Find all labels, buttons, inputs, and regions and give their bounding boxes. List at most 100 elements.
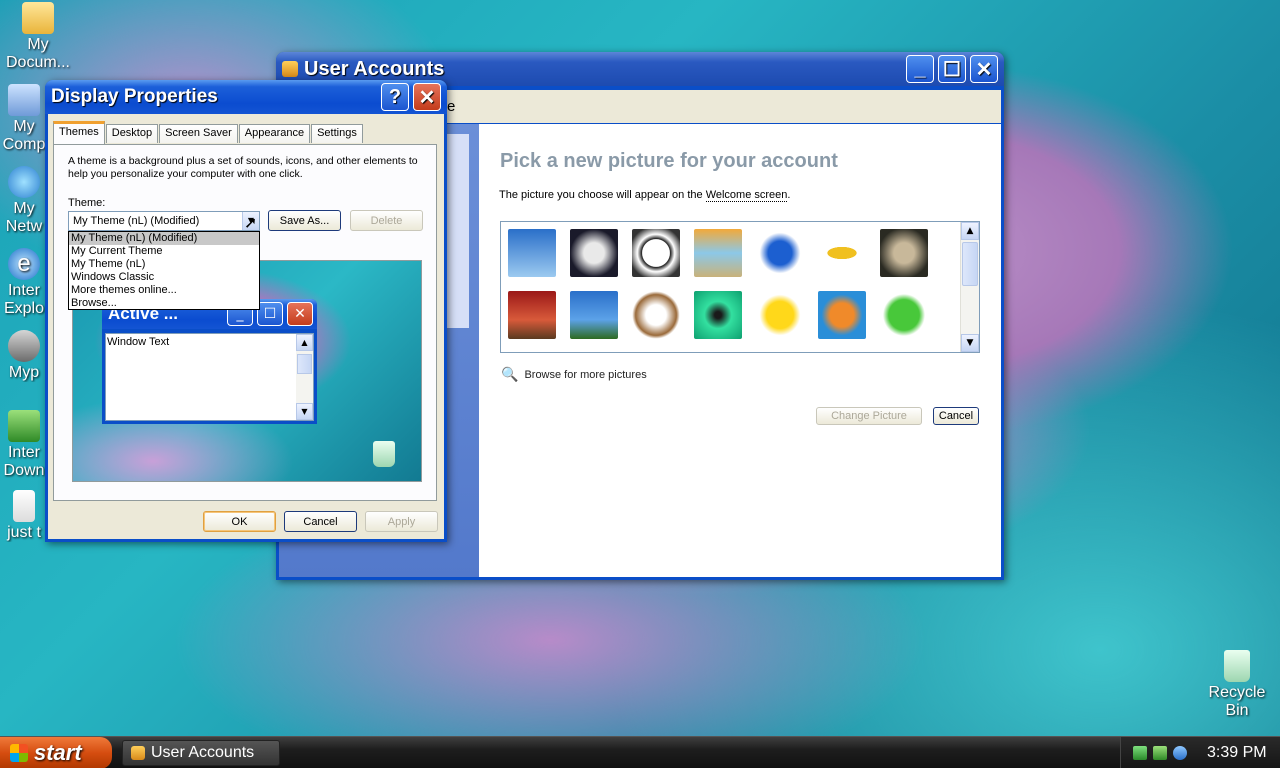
picture-astronaut[interactable] — [570, 229, 618, 277]
tab-themes[interactable]: Themes — [53, 121, 105, 144]
ok-button[interactable]: OK — [203, 511, 276, 532]
picture-butterfly[interactable] — [756, 229, 804, 277]
close-icon: ✕ — [975, 58, 993, 81]
cancel-button[interactable]: Cancel — [933, 407, 979, 425]
tray-update-icon[interactable] — [1153, 746, 1167, 760]
picture-frog[interactable] — [880, 291, 928, 339]
scroll-up-button[interactable]: ▲ — [961, 222, 979, 240]
close-button[interactable]: ✕ — [970, 55, 998, 83]
computer-icon — [8, 84, 40, 116]
theme-option[interactable]: My Theme (nL) — [69, 258, 259, 271]
display-properties-window: Display Properties ? ✕ Themes Desktop Sc… — [45, 80, 447, 542]
desktop-icon-label: My Comp — [2, 118, 46, 153]
change-picture-button[interactable]: Change Picture — [816, 407, 922, 425]
browse-pictures-link[interactable]: 🔍 Browse for more pictures — [501, 367, 647, 383]
picture-owl[interactable] — [880, 229, 928, 277]
raccoon-icon — [8, 330, 40, 362]
desktop-icon-label: Inter Explo — [3, 282, 45, 317]
maximize-icon: ☐ — [943, 58, 961, 81]
preview-active-window: Active ... _ ☐ ✕ Window Text ▲ ▼ — [102, 299, 317, 424]
picture-dog[interactable] — [632, 291, 680, 339]
browse-pictures-label: Browse for more pictures — [524, 369, 647, 381]
toolbar-fragment: e — [447, 98, 456, 115]
desktop-icon-internet-explorer[interactable]: e Inter Explo — [0, 248, 48, 318]
theme-option[interactable]: Windows Classic — [69, 271, 259, 284]
theme-option[interactable]: More themes online... — [69, 284, 259, 297]
picture-race-car[interactable] — [818, 229, 866, 277]
tab-screen-saver[interactable]: Screen Saver — [159, 124, 238, 143]
user-accounts-app-icon — [282, 61, 298, 77]
desktop-icon-internet-download[interactable]: Inter Down — [0, 410, 48, 480]
desktop-icon-my-network[interactable]: My Netw — [0, 166, 48, 236]
cancel-button[interactable]: Cancel — [284, 511, 357, 532]
desktop-icon-recycle-bin[interactable]: Recycle Bin — [1199, 650, 1275, 720]
user-accounts-content: Pick a new picture for your account The … — [479, 124, 1001, 577]
picture-chess[interactable] — [508, 291, 556, 339]
desktop-icon-my-documents[interactable]: My Docum... — [0, 2, 76, 72]
theme-option[interactable]: Browse... — [69, 297, 259, 310]
page-description: The picture you choose will appear on th… — [499, 189, 791, 202]
theme-select[interactable]: My Theme (nL) (Modified) ▼ — [68, 211, 260, 231]
theme-dropdown-list: My Theme (nL) (Modified) My Current Them… — [68, 231, 260, 310]
desktop-icon-label: just t — [7, 524, 41, 541]
network-icon — [8, 166, 40, 198]
preview-recycle-bin-icon — [373, 441, 395, 467]
desktop-icon-label: Myp — [8, 364, 40, 381]
apply-button[interactable]: Apply — [365, 511, 438, 532]
help-icon: ? — [388, 85, 402, 108]
picture-airplane[interactable] — [508, 229, 556, 277]
text-file-icon — [13, 490, 35, 522]
internet-explorer-icon: e — [8, 248, 40, 280]
minimize-icon: _ — [914, 57, 926, 80]
description-suffix: . — [787, 189, 791, 201]
desktop-icon-label: My Docum... — [5, 36, 70, 71]
desktop-icon-my-computer[interactable]: My Comp — [0, 84, 48, 154]
save-as-button[interactable]: Save As... — [268, 210, 341, 231]
theme-option[interactable]: My Current Theme — [69, 245, 259, 258]
picture-green-ripple[interactable] — [694, 291, 742, 339]
desktop-icon-just-text[interactable]: just t — [0, 490, 48, 542]
desktop-icon-myp[interactable]: Myp — [0, 330, 48, 382]
display-properties-titlebar[interactable]: Display Properties ? ✕ — [45, 80, 447, 114]
themes-description: A theme is a background plus a set of so… — [68, 155, 418, 180]
picture-fish[interactable] — [818, 291, 866, 339]
tab-settings[interactable]: Settings — [311, 124, 363, 143]
preview-window-text: Window Text — [107, 336, 170, 348]
tray-network-icon[interactable] — [1133, 746, 1147, 760]
tab-appearance[interactable]: Appearance — [238, 124, 311, 143]
picture-scrollbar[interactable]: ▲ ▼ — [960, 222, 979, 352]
picture-soccer-ball[interactable] — [632, 229, 680, 277]
picture-rubber-duck[interactable] — [756, 291, 804, 339]
maximize-button[interactable]: ☐ — [938, 55, 966, 83]
delete-button[interactable]: Delete — [350, 210, 423, 231]
start-button[interactable]: start — [0, 737, 112, 768]
task-label: User Accounts — [151, 744, 255, 761]
folder-icon — [22, 2, 54, 34]
tab-desktop[interactable]: Desktop — [105, 124, 159, 143]
taskbar-task-user-accounts[interactable]: User Accounts — [122, 740, 280, 766]
welcome-screen-link[interactable]: Welcome screen — [705, 189, 788, 202]
preview-maximize-icon: ☐ — [257, 302, 283, 326]
preview-close-icon: ✕ — [287, 302, 313, 326]
description-prefix: The picture you choose will appear on th… — [499, 189, 703, 201]
page-heading: Pick a new picture for your account — [500, 150, 838, 172]
help-button[interactable]: ? — [381, 83, 409, 111]
theme-option[interactable]: My Theme (nL) (Modified) — [69, 232, 259, 245]
close-icon: ✕ — [418, 86, 436, 109]
tab-panel: A theme is a background plus a set of so… — [53, 144, 437, 501]
minimize-button[interactable]: _ — [906, 55, 934, 83]
sidebar-panel — [447, 134, 469, 328]
preview-scroll-down-icon: ▼ — [296, 403, 313, 420]
picture-list[interactable]: ▲ ▼ — [500, 221, 980, 353]
theme-label: Theme: — [68, 197, 106, 209]
scroll-down-button[interactable]: ▼ — [961, 334, 979, 352]
picture-beach-chairs[interactable] — [694, 229, 742, 277]
tray-messenger-icon[interactable] — [1173, 746, 1187, 760]
recycle-bin-icon — [1224, 650, 1250, 682]
picture-grid — [508, 229, 948, 339]
clock[interactable]: 3:39 PM — [1207, 744, 1267, 762]
scroll-thumb[interactable] — [962, 242, 978, 286]
picture-motorcycle[interactable] — [570, 291, 618, 339]
close-button[interactable]: ✕ — [413, 83, 441, 111]
desktop-icon-label: Inter Down — [3, 444, 45, 479]
